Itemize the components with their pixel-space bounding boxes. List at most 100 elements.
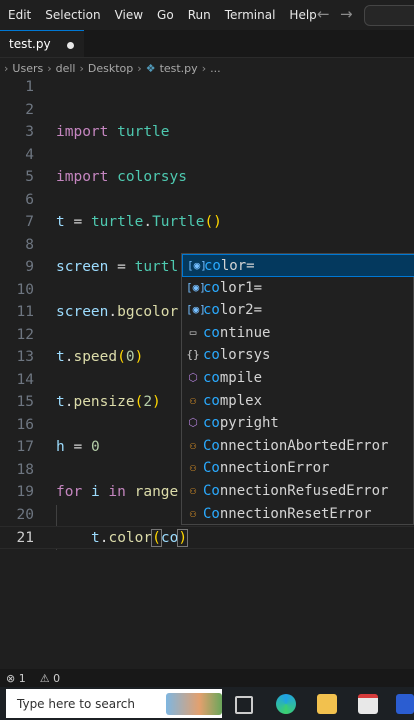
dot-token: . (108, 304, 118, 320)
suggestion-item[interactable]: [◉] color1= (182, 277, 414, 300)
dot-token: . (143, 214, 153, 230)
function-token: pensize (73, 394, 135, 410)
paren-token: () (204, 214, 222, 230)
rest-text: mpile (219, 370, 263, 386)
task-view-icon[interactable] (235, 696, 253, 714)
suggestion-item[interactable]: ⬡ compile (182, 367, 414, 390)
line-number: 14 (16, 371, 34, 388)
status-bar: ⊗ 1 ⚠ 0 (0, 669, 414, 687)
line-number: 18 (16, 461, 34, 478)
code-line: 6 (0, 189, 414, 212)
command-center-search[interactable] (364, 5, 414, 26)
menu-go[interactable]: Go (157, 8, 174, 22)
unsaved-dot-icon[interactable] (67, 42, 74, 49)
match-text: Co (203, 505, 220, 522)
menu-view[interactable]: View (115, 8, 143, 22)
line-number: 9 (25, 259, 34, 275)
breadcrumb-users[interactable]: Users (12, 62, 43, 75)
module-token: turtle (117, 124, 170, 140)
suggestion-item[interactable]: ▭ continue (182, 322, 414, 345)
search-highlight-image (166, 693, 222, 715)
ports-status[interactable]: ⚠ 0 (40, 672, 60, 685)
code-line: 3 import turtle (0, 121, 414, 144)
menu-terminal[interactable]: Terminal (225, 8, 276, 22)
suggestion-item[interactable]: ⚇ ConnectionRefusedError (182, 480, 414, 503)
problems-status[interactable]: ⊗ 1 (6, 672, 26, 685)
code-text: import colorsys (56, 166, 187, 189)
taskbar-search-box[interactable]: Type here to search (6, 689, 222, 718)
operator-token: = (64, 214, 91, 230)
code-text: h = 0 (56, 436, 100, 459)
keyword-token: import (56, 124, 109, 140)
suggestion-label: compile (203, 367, 262, 390)
suggestion-label: colorsys (203, 344, 270, 367)
suggestion-list[interactable]: [◉] color= [◉] color1= [◉] color2= ▭ continu… (181, 253, 414, 525)
rest-text: nnectionError (219, 460, 330, 477)
suggestion-item[interactable]: [◉] color2= (182, 299, 414, 322)
rest-text: nnectionAbortedError (219, 437, 389, 454)
line-number: 6 (25, 191, 34, 208)
code-text: t.color(co) (91, 527, 189, 550)
suggestion-item[interactable]: ⬡ copyright (182, 412, 414, 435)
match-text: Co (203, 460, 220, 477)
code-text: screen.bgcolor (56, 301, 178, 324)
number-token: 2 (143, 394, 153, 410)
suggestion-item[interactable]: ⚇ ConnectionError (182, 457, 414, 480)
operator-token: = (64, 439, 91, 455)
suggestion-label: ConnectionResetError (203, 503, 372, 526)
rest-text: nnectionRefusedError (219, 483, 389, 499)
back-arrow-icon[interactable]: ← (317, 5, 330, 23)
rest-text: lor1= (219, 279, 263, 296)
match-text: co (203, 370, 220, 386)
suggestion-label: ConnectionAbortedError (203, 435, 388, 458)
breadcrumb-file[interactable]: test.py (160, 62, 198, 75)
variable-token: h (56, 439, 65, 455)
forward-arrow-icon[interactable]: → (340, 5, 353, 23)
suggestion-item[interactable]: ⚇ ConnectionAbortedError (182, 435, 414, 458)
code-text: t = turtle.Turtle() (56, 211, 222, 234)
menu-run[interactable]: Run (188, 8, 211, 22)
suggestion-item[interactable]: ⚇ ConnectionResetError (182, 503, 414, 526)
app-icon[interactable] (396, 694, 414, 714)
match-text: co (203, 415, 220, 432)
suggestion-label: color2= (203, 299, 262, 322)
class-icon: ⚇ (189, 484, 197, 497)
edge-browser-icon[interactable] (276, 694, 296, 714)
menu-edit[interactable]: Edit (8, 8, 31, 22)
breadcrumb-desktop[interactable]: Desktop (88, 62, 133, 75)
module-icon: {} (186, 348, 200, 362)
line-number: 10 (16, 281, 34, 298)
keyword-icon: ▭ (189, 325, 197, 339)
variable-token: screen (56, 304, 109, 320)
line-number: 15 (16, 394, 34, 410)
paren-token: ) (177, 529, 189, 547)
keyword-token: import (56, 169, 109, 185)
tab-test-py[interactable]: test.py (0, 30, 84, 57)
current-code-line: 21 t.color(co) (0, 526, 414, 549)
keyword-token: for (56, 484, 83, 500)
breadcrumb-dell[interactable]: dell (56, 62, 76, 75)
number-token: 0 (125, 349, 135, 365)
match-text: co (203, 279, 220, 296)
breadcrumb-more[interactable]: ... (210, 62, 221, 75)
menu-selection[interactable]: Selection (45, 8, 100, 22)
paren-token: ) (152, 394, 161, 410)
number-token: 0 (90, 439, 100, 455)
paren-token: ( (117, 349, 126, 365)
suggestion-item[interactable]: {} colorsys (182, 344, 414, 367)
menu-help[interactable]: Help (289, 8, 316, 22)
function-icon: ⬡ (188, 416, 198, 430)
suggestion-item[interactable]: [◉] color= (182, 254, 414, 277)
chevron-right-icon: › (47, 61, 52, 75)
taskbar: Type here to search (0, 687, 414, 720)
store-icon[interactable] (358, 694, 378, 714)
file-explorer-icon[interactable] (317, 694, 337, 714)
suggestion-item[interactable]: ⚇ complex (182, 390, 414, 413)
code-text: t.speed(0) (56, 346, 143, 369)
class-icon: ⚇ (189, 393, 197, 407)
code-text: import turtle (56, 121, 170, 144)
field-icon: [◉] (186, 280, 206, 294)
paren-token: ) (134, 349, 144, 365)
variable-token: t (56, 214, 65, 230)
python-file-icon: ❖ (145, 61, 156, 75)
